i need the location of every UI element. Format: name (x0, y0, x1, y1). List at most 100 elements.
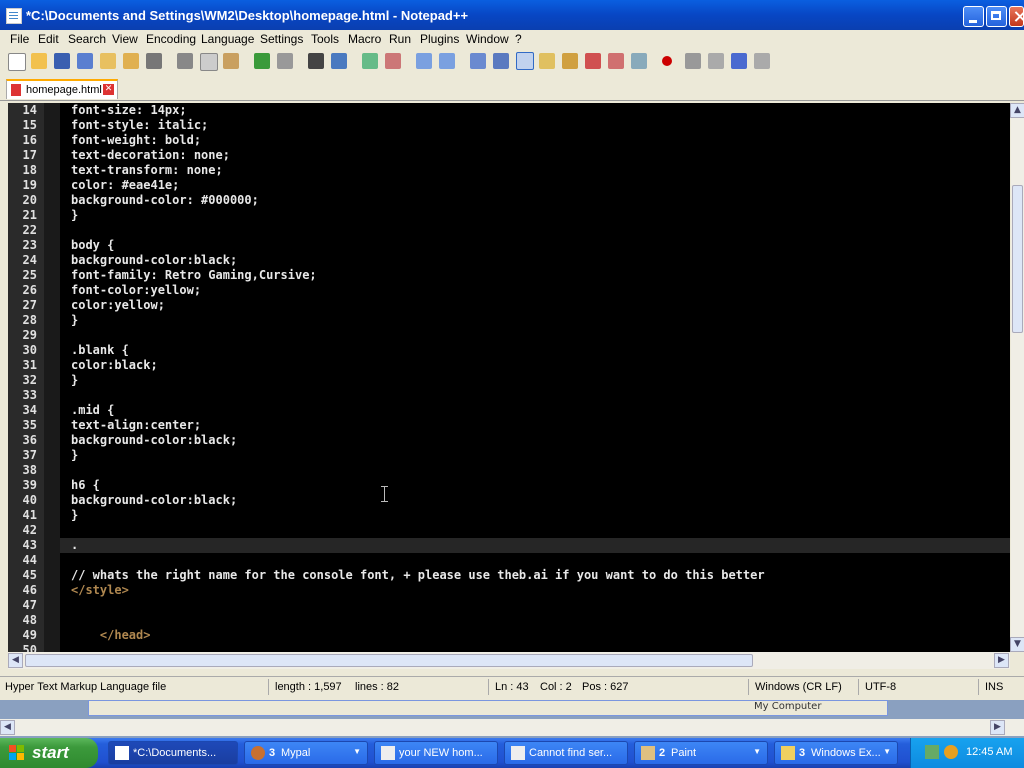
search-icon[interactable] (944, 745, 958, 759)
menu-plugins[interactable]: Plugins (420, 32, 459, 46)
run-macro-multiple-icon[interactable] (731, 53, 747, 69)
title-bar[interactable]: *C:\Documents and Settings\WM2\Desktop\h… (0, 0, 1024, 30)
minimize-button[interactable] (963, 6, 984, 27)
close-all-icon[interactable] (123, 53, 139, 69)
record-macro-icon[interactable] (662, 56, 672, 66)
tab-label: homepage.html (26, 84, 102, 96)
status-encoding: UTF-8 (865, 681, 897, 693)
chevron-down-icon: ▼ (883, 747, 891, 756)
word-wrap-icon[interactable] (470, 53, 486, 69)
line-number: 26 (22, 283, 37, 297)
user-language-icon[interactable] (539, 53, 555, 69)
menu-window[interactable]: Window (466, 32, 509, 46)
menu-search[interactable]: Search (68, 32, 106, 46)
bg-scroll-left-icon[interactable]: ◀ (0, 720, 15, 735)
redo-icon[interactable] (277, 53, 293, 69)
close-file-icon[interactable] (100, 53, 116, 69)
background-horizontal-scrollbar[interactable]: ◀ ▶ (0, 719, 1024, 736)
scroll-right-icon[interactable]: ▶ (994, 653, 1009, 668)
line-number: 31 (22, 358, 37, 372)
network-icon[interactable] (925, 745, 939, 759)
start-button[interactable]: start (0, 738, 98, 768)
zoom-out-icon[interactable] (385, 53, 401, 69)
sync-horizontal-icon[interactable] (439, 53, 455, 69)
print-icon[interactable] (146, 53, 162, 69)
line-number: 15 (22, 118, 37, 132)
task-mypal[interactable]: 3 Mypal ▼ (244, 741, 368, 765)
play-macro-icon[interactable] (708, 53, 724, 69)
code-line: font-family: Retro Gaming,Cursive; (71, 268, 317, 282)
sync-vertical-icon[interactable] (416, 53, 432, 69)
code-line: color:black; (71, 358, 158, 372)
task-notepad[interactable]: *C:\Documents... (108, 741, 238, 765)
line-number: 33 (22, 388, 37, 402)
clock[interactable]: 12:45 AM (966, 746, 1012, 758)
folder-icon (781, 746, 795, 760)
open-folder-icon[interactable] (31, 53, 47, 69)
fold-margin[interactable] (44, 103, 60, 652)
cut-icon[interactable] (177, 53, 193, 69)
menu-view[interactable]: View (112, 32, 138, 46)
task-label: Mypal (281, 747, 311, 759)
undo-icon[interactable] (254, 53, 270, 69)
scroll-up-icon[interactable]: ▲ (1010, 103, 1024, 118)
task-explorer[interactable]: 3 Windows Ex... ▼ (774, 741, 898, 765)
tab-close-icon[interactable]: ✕ (103, 84, 114, 95)
horizontal-scrollbar[interactable]: ◀ ▶ (8, 652, 1010, 669)
code-line: font-size: 14px; (71, 103, 187, 117)
zoom-in-icon[interactable] (362, 53, 378, 69)
menu-language[interactable]: Language (201, 32, 254, 46)
horizontal-scroll-thumb[interactable] (25, 654, 753, 667)
menu-settings[interactable]: Settings (260, 32, 303, 46)
maximize-button[interactable] (986, 6, 1007, 27)
status-col: Col : 2 (540, 681, 572, 693)
notepad-icon (115, 746, 129, 760)
vertical-scrollbar[interactable]: ▲ ▼ (1010, 103, 1024, 652)
close-button[interactable] (1009, 6, 1024, 27)
monitoring-icon[interactable] (631, 53, 647, 69)
doc-map-icon[interactable] (562, 53, 578, 69)
stop-macro-icon[interactable] (685, 53, 701, 69)
status-pos: Pos : 627 (582, 681, 629, 693)
scroll-left-icon[interactable]: ◀ (8, 653, 23, 668)
background-window-text: My Computer (754, 701, 822, 712)
task-browser-1[interactable]: your NEW hom... (374, 741, 498, 765)
paste-icon[interactable] (223, 53, 239, 69)
menu-macro[interactable]: Macro (348, 32, 381, 46)
line-number: 36 (22, 433, 37, 447)
copy-icon[interactable] (200, 53, 218, 71)
vertical-scroll-thumb[interactable] (1012, 185, 1023, 333)
menu-run[interactable]: Run (389, 32, 411, 46)
code-line: font-weight: bold; (71, 133, 202, 147)
tab-homepage[interactable]: homepage.html ✕ (6, 79, 118, 99)
code-line: h6 { (71, 478, 100, 492)
line-number: 32 (22, 373, 37, 387)
menu-encoding[interactable]: Encoding (146, 32, 196, 46)
code-line: body { (71, 238, 115, 252)
task-paint[interactable]: 2 Paint ▼ (634, 741, 768, 765)
show-all-chars-icon[interactable] (493, 53, 509, 69)
save-icon[interactable] (54, 53, 70, 69)
save-macro-icon[interactable] (754, 53, 770, 69)
notepad-icon (6, 8, 22, 24)
menu-file[interactable]: File (10, 32, 29, 46)
indent-guide-icon[interactable] (516, 52, 534, 70)
code-editor[interactable]: 14 font-size: 14px; 15 font-style: italic; 1… (8, 103, 1010, 652)
line-number: 49 (22, 628, 37, 642)
menu-edit[interactable]: Edit (38, 32, 59, 46)
new-file-icon[interactable] (8, 53, 26, 71)
code-line: .mid { (71, 403, 115, 417)
menu-bar: File Edit Search View Encoding Language … (0, 30, 1024, 48)
code-line: } (71, 313, 79, 327)
scroll-down-icon[interactable]: ▼ (1010, 637, 1024, 652)
save-all-icon[interactable] (77, 53, 93, 69)
function-list-icon[interactable] (585, 53, 601, 69)
folder-workspace-icon[interactable] (608, 53, 624, 69)
bg-scroll-right-icon[interactable]: ▶ (990, 720, 1005, 735)
menu-help[interactable]: ? (515, 32, 522, 46)
replace-icon[interactable] (331, 53, 347, 69)
menu-tools[interactable]: Tools (311, 32, 339, 46)
task-browser-2[interactable]: Cannot find ser... (504, 741, 628, 765)
find-icon[interactable] (308, 53, 324, 69)
taskbar: start *C:\Documents... 3 Mypal ▼ your NE… (0, 738, 1024, 768)
